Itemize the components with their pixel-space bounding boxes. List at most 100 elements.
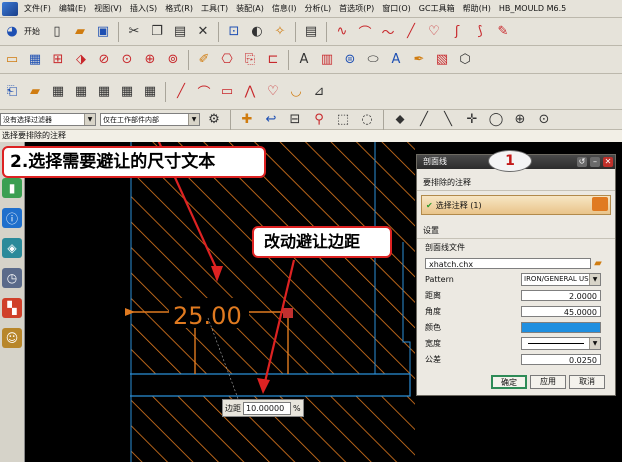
- label-icon[interactable]: ▥: [317, 50, 337, 70]
- pattern-select[interactable]: IRON/GENERAL US ▼: [521, 272, 601, 286]
- endpoint-icon[interactable]: ⬥: [390, 110, 410, 130]
- scope-select[interactable]: 仅在工作部件内部 ▼: [100, 113, 200, 126]
- datum-icon[interactable]: ⎘: [240, 50, 260, 70]
- table-icon[interactable]: ⊏: [263, 50, 283, 70]
- menu-info[interactable]: 信息(I): [268, 3, 301, 14]
- view-base-icon[interactable]: ▦: [25, 50, 45, 70]
- break-view-icon[interactable]: ⊙: [117, 50, 137, 70]
- view-projected-icon[interactable]: ⊞: [48, 50, 68, 70]
- view-front-icon[interactable]: ▦: [48, 82, 68, 102]
- start-button[interactable]: ◕ 开始: [2, 22, 44, 42]
- folder-icon[interactable]: ▰: [591, 256, 605, 270]
- draw-rect-icon[interactable]: ▭: [217, 82, 237, 102]
- view-top-icon[interactable]: ▦: [71, 82, 91, 102]
- paste-icon[interactable]: ▤: [170, 22, 190, 42]
- snap-point-icon[interactable]: ✚: [237, 110, 257, 130]
- sketch-icon[interactable]: ✎: [493, 22, 513, 42]
- update-view-icon[interactable]: ✐: [194, 50, 214, 70]
- new-file-icon[interactable]: ▯: [47, 22, 67, 42]
- draw-arc-icon[interactable]: ⌒: [194, 82, 214, 102]
- lasso-icon[interactable]: ◌: [357, 110, 377, 130]
- menu-hb-mould[interactable]: HB_MOULD M6.5: [495, 4, 570, 13]
- ok-button[interactable]: 确定: [491, 375, 527, 389]
- quadrant-icon[interactable]: ⊕: [510, 110, 530, 130]
- menu-analysis[interactable]: 分析(L): [300, 3, 335, 14]
- palette-icon[interactable]: ▚: [2, 298, 22, 318]
- filter-icon[interactable]: ⚙: [204, 110, 224, 130]
- render-style-icon[interactable]: ◐: [247, 22, 267, 42]
- annotation-style-icon[interactable]: A: [386, 50, 406, 70]
- draw-fillet-icon[interactable]: ◡: [286, 82, 306, 102]
- assembly-navigator-icon[interactable]: ▮: [2, 178, 22, 198]
- feature-frame-icon[interactable]: ⊜: [340, 50, 360, 70]
- type-filter-select[interactable]: 没有选择过滤器 ▼: [0, 113, 96, 126]
- undo-select-icon[interactable]: ↩: [261, 110, 281, 130]
- width-select[interactable]: ▼: [521, 336, 601, 350]
- print-icon[interactable]: ▰: [25, 82, 45, 102]
- line-icon[interactable]: ╱: [401, 22, 421, 42]
- view-more-icon[interactable]: ▦: [140, 82, 160, 102]
- save-icon[interactable]: ▣: [93, 22, 113, 42]
- pick-note-icon[interactable]: [592, 197, 608, 211]
- cut-icon[interactable]: ✂: [124, 22, 144, 42]
- point-on-curve-icon[interactable]: ⊙: [534, 110, 554, 130]
- draw-offset-icon[interactable]: ⊿: [309, 82, 329, 102]
- arc-icon[interactable]: ⌒: [355, 22, 375, 42]
- view-detail-icon[interactable]: ⬗: [71, 50, 91, 70]
- menu-format[interactable]: 格式(R): [161, 3, 197, 14]
- dimension-text[interactable]: 25.00: [173, 302, 242, 330]
- midpoint-icon[interactable]: ╱: [414, 110, 434, 130]
- section-exclude-header[interactable]: 要排除的注释: [417, 175, 615, 191]
- draw-line-icon[interactable]: ╱: [171, 82, 191, 102]
- menu-window[interactable]: 窗口(O): [378, 3, 415, 14]
- note-icon[interactable]: A: [294, 50, 314, 70]
- hatch-icon[interactable]: ▧: [432, 50, 452, 70]
- view-section-icon[interactable]: ⊘: [94, 50, 114, 70]
- menu-tools[interactable]: 工具(T): [197, 3, 232, 14]
- open-folder-icon[interactable]: ▰: [70, 22, 90, 42]
- select-feature-icon[interactable]: ⚲: [309, 110, 329, 130]
- centerline-icon[interactable]: ⊕: [140, 50, 160, 70]
- section-settings-header[interactable]: 设置: [417, 223, 615, 239]
- menu-insert[interactable]: 插入(S): [126, 3, 161, 14]
- clock-icon[interactable]: ◷: [2, 268, 22, 288]
- hatch-file-field[interactable]: xhatch.chx: [425, 257, 591, 269]
- info-icon[interactable]: ⓘ: [2, 208, 22, 228]
- copy-icon[interactable]: ❐: [147, 22, 167, 42]
- color-swatch[interactable]: [521, 321, 601, 333]
- curve-icon[interactable]: ∿: [332, 22, 352, 42]
- menu-gc-toolkit[interactable]: GC工具箱: [415, 3, 459, 14]
- tolerance-field[interactable]: 0.0250: [521, 353, 601, 365]
- select-note-button[interactable]: ✔ 选择注释 (1): [421, 195, 611, 215]
- drawing-new-icon[interactable]: ▭: [2, 50, 22, 70]
- apply-button[interactable]: 应用: [530, 375, 566, 389]
- center-icon[interactable]: ◯: [486, 110, 506, 130]
- angle-field[interactable]: 45.0000: [521, 305, 601, 317]
- offset-value-field[interactable]: 10.00000: [243, 401, 291, 415]
- view-right-icon[interactable]: ▦: [94, 82, 114, 102]
- heart-curve-icon[interactable]: ♡: [424, 22, 444, 42]
- intersection-icon[interactable]: ✛: [462, 110, 482, 130]
- roles-icon[interactable]: ☺: [2, 328, 22, 348]
- menu-edit[interactable]: 编辑(E): [55, 3, 90, 14]
- offset-curve-icon[interactable]: ⟆: [470, 22, 490, 42]
- fillet-curve-icon[interactable]: ʃ: [447, 22, 467, 42]
- fit-view-icon[interactable]: ⊡: [224, 22, 244, 42]
- cancel-button[interactable]: 取消: [569, 375, 605, 389]
- distance-field[interactable]: 2.0000: [521, 289, 601, 301]
- select-view-icon[interactable]: ⊟: [285, 110, 305, 130]
- tangent-icon[interactable]: ╲: [438, 110, 458, 130]
- close-icon[interactable]: ✕: [603, 157, 613, 167]
- minimize-icon[interactable]: –: [590, 157, 600, 167]
- surface-finish-icon[interactable]: ⬭: [363, 50, 383, 70]
- draw-heart-icon[interactable]: ♡: [263, 82, 283, 102]
- symbol-icon[interactable]: ⊚: [163, 50, 183, 70]
- menu-help[interactable]: 帮助(H): [459, 3, 495, 14]
- draw-polyline-icon[interactable]: ⋀: [240, 82, 260, 102]
- spline-icon[interactable]: 〜: [378, 22, 398, 42]
- menu-file[interactable]: 文件(F): [20, 3, 55, 14]
- text-edit-icon[interactable]: ✒: [409, 50, 429, 70]
- layout-icon[interactable]: ⎗: [2, 82, 22, 102]
- view-iso-icon[interactable]: ▦: [117, 82, 137, 102]
- delete-icon[interactable]: ✕: [193, 22, 213, 42]
